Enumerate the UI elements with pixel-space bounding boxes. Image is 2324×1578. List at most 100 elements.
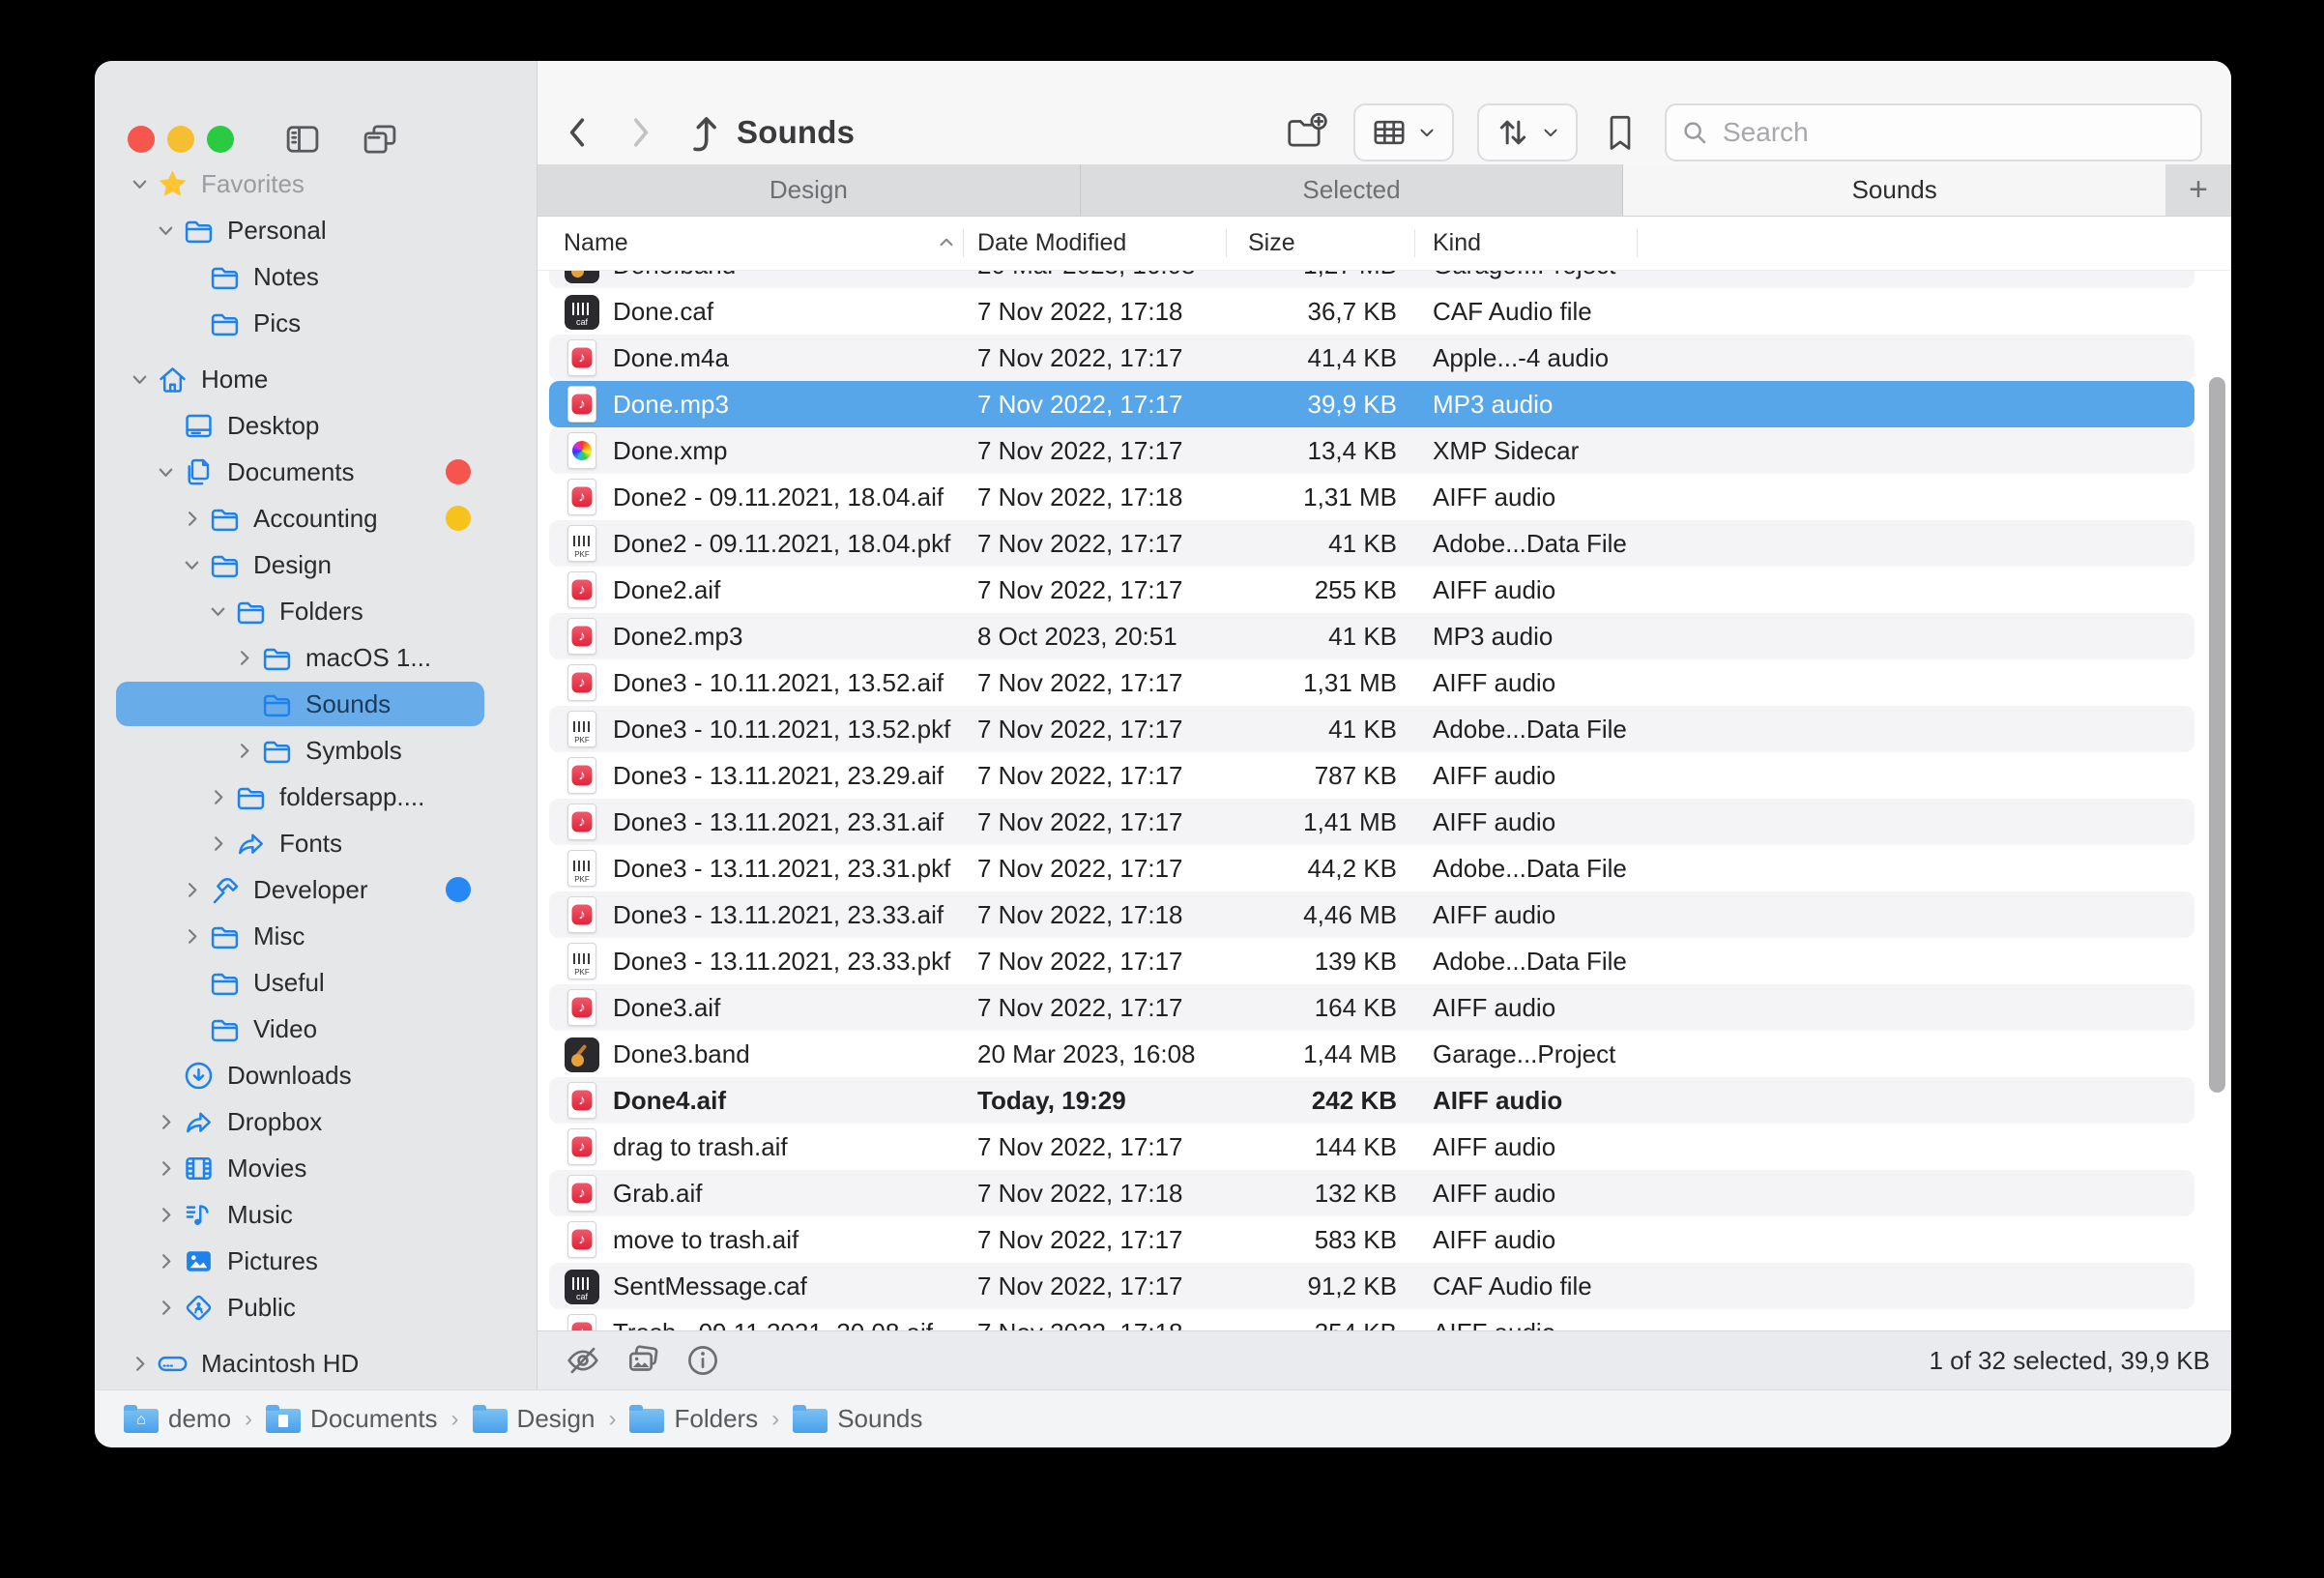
back-button[interactable]	[561, 111, 596, 154]
chevron-right-icon[interactable]	[153, 1248, 179, 1274]
breadcrumb-item-sounds[interactable]: Sounds	[793, 1404, 922, 1434]
sidebar-item-music[interactable]: Music	[95, 1191, 537, 1238]
file-row[interactable]: PKFDone3 - 13.11.2021, 23.33.pkf7 Nov 20…	[549, 938, 2194, 984]
sidebar-item-pictures[interactable]: Pictures	[95, 1238, 537, 1284]
breadcrumb-item-demo[interactable]: ⌂demo	[124, 1404, 231, 1434]
file-row[interactable]: ♪drag to trash.aif7 Nov 2022, 17:17144 K…	[549, 1124, 2194, 1170]
file-row[interactable]: ♪Done2.mp38 Oct 2023, 20:5141 KBMP3 audi…	[549, 613, 2194, 659]
sidebar-item-accounting[interactable]: Accounting	[95, 495, 537, 541]
sidebar-item-design[interactable]: Design	[95, 541, 537, 588]
file-row[interactable]: ♪Done3 - 10.11.2021, 13.52.aif7 Nov 2022…	[549, 659, 2194, 706]
chevron-right-icon[interactable]	[179, 923, 205, 950]
file-row[interactable]: ♪Done3 - 13.11.2021, 23.29.aif7 Nov 2022…	[549, 752, 2194, 799]
breadcrumb-item-folders[interactable]: Folders	[629, 1404, 758, 1434]
sort-button[interactable]	[1477, 103, 1578, 161]
sidebar-item-fonts[interactable]: Fonts	[95, 820, 537, 866]
new-folder-button[interactable]	[1284, 110, 1328, 155]
chevron-right-icon[interactable]	[231, 738, 257, 764]
view-options-button[interactable]	[1353, 103, 1454, 161]
toggle-sidebar-button[interactable]	[280, 117, 325, 161]
sidebar-item-favorites[interactable]: Favorites	[95, 161, 537, 207]
file-row[interactable]: cafSentMessage.caf7 Nov 2022, 17:1791,2 …	[549, 1263, 2194, 1309]
sidebar-item-sounds[interactable]: Sounds	[95, 681, 537, 727]
sidebar-item-downloads[interactable]: Downloads	[95, 1052, 537, 1098]
tab-selected[interactable]: Selected	[1081, 164, 1624, 216]
file-row[interactable]: ♪Done3.aif7 Nov 2022, 17:17164 KBAIFF au…	[549, 984, 2194, 1031]
minimize-button[interactable]	[167, 126, 194, 153]
chevron-right-icon[interactable]	[205, 784, 231, 810]
chevron-right-icon[interactable]	[153, 1155, 179, 1182]
sidebar-item-home[interactable]: Home	[95, 356, 537, 402]
chevron-right-icon[interactable]	[153, 1202, 179, 1228]
file-row[interactable]: ♪Done4.aifToday, 19:29242 KBAIFF audio	[549, 1077, 2194, 1124]
sidebar-item-personal[interactable]: Personal	[95, 207, 537, 253]
chevron-down-icon[interactable]	[153, 459, 179, 485]
search-input[interactable]	[1665, 103, 2202, 161]
preview-images-icon[interactable]	[623, 1340, 663, 1381]
tab-overview-button[interactable]	[358, 117, 402, 161]
sidebar-item-desktop[interactable]: Desktop	[95, 402, 537, 449]
sidebar-item-documents[interactable]: Documents	[95, 449, 537, 495]
chevron-right-icon[interactable]	[179, 506, 205, 532]
zoom-button[interactable]	[207, 126, 234, 153]
tab-sounds[interactable]: Sounds	[1623, 164, 2165, 216]
sidebar-item-developer[interactable]: Developer	[95, 866, 537, 913]
file-row[interactable]: PKFDone2 - 09.11.2021, 18.04.pkf7 Nov 20…	[549, 520, 2194, 567]
up-button[interactable]	[681, 110, 721, 155]
file-row[interactable]: Done.xmp7 Nov 2022, 17:1713,4 KBXMP Side…	[549, 427, 2194, 474]
forward-button[interactable]	[623, 111, 657, 154]
file-row[interactable]: Done3.band20 Mar 2023, 16:081,44 MBGarag…	[549, 1031, 2194, 1077]
tab-design[interactable]: Design	[537, 164, 1081, 216]
file-row[interactable]: ♪Trash - 09.11.2021, 20.08.aif7 Nov 2022…	[549, 1309, 2194, 1330]
breadcrumb-item-design[interactable]: Design	[473, 1404, 596, 1434]
chevron-down-icon[interactable]	[205, 599, 231, 625]
sidebar-item-folders[interactable]: Folders	[95, 588, 537, 634]
chevron-right-icon[interactable]	[127, 1351, 153, 1377]
file-row[interactable]: ♪Done3 - 13.11.2021, 23.33.aif7 Nov 2022…	[549, 891, 2194, 938]
sidebar-item-macintosh-hd[interactable]: Macintosh HD	[95, 1340, 537, 1387]
file-row[interactable]: ♪Done.m4a7 Nov 2022, 17:1741,4 KBApple..…	[549, 335, 2194, 381]
scrollbar-thumb[interactable]	[2209, 377, 2225, 1093]
file-row[interactable]: ♪Done.mp37 Nov 2022, 17:1739,9 KBMP3 aud…	[549, 381, 2194, 427]
column-header-kind[interactable]: Kind	[1433, 217, 1481, 270]
column-header-name[interactable]: Name	[564, 217, 628, 270]
file-row[interactable]: ♪Done3 - 13.11.2021, 23.31.aif7 Nov 2022…	[549, 799, 2194, 845]
file-row[interactable]: ♪move to trash.aif7 Nov 2022, 17:17583 K…	[549, 1216, 2194, 1263]
hidden-items-icon[interactable]	[563, 1340, 603, 1381]
sidebar-item-pics[interactable]: Pics	[95, 300, 537, 346]
chevron-right-icon[interactable]	[231, 645, 257, 671]
new-tab-button[interactable]: +	[2165, 164, 2231, 216]
chevron-down-icon[interactable]	[127, 366, 153, 393]
file-row[interactable]: ♪Done2.aif7 Nov 2022, 17:17255 KBAIFF au…	[549, 567, 2194, 613]
sidebar-item-foldersapp[interactable]: foldersapp....	[95, 774, 537, 820]
info-icon[interactable]	[683, 1340, 723, 1381]
close-button[interactable]	[128, 126, 155, 153]
sidebar-item-macos-1[interactable]: macOS 1...	[95, 634, 537, 681]
chevron-down-icon[interactable]	[153, 218, 179, 244]
chevron-right-icon[interactable]	[153, 1295, 179, 1321]
file-row[interactable]: PKFDone3 - 10.11.2021, 13.52.pkf7 Nov 20…	[549, 706, 2194, 752]
sidebar-item-symbols[interactable]: Symbols	[95, 727, 537, 774]
sidebar-item-misc[interactable]: Misc	[95, 913, 537, 959]
sidebar-item-video[interactable]: Video	[95, 1006, 537, 1052]
chevron-down-icon[interactable]	[127, 171, 153, 197]
chevron-down-icon[interactable]	[179, 552, 205, 578]
file-row[interactable]: ♪Grab.aif7 Nov 2022, 17:18132 KBAIFF aud…	[549, 1170, 2194, 1216]
chevron-right-icon[interactable]	[205, 831, 231, 857]
file-row[interactable]: Done.band20 Mar 2023, 16:081,27 MBGarage…	[549, 271, 2194, 288]
file-date-modified: 7 Nov 2022, 17:17	[977, 1216, 1183, 1263]
file-row[interactable]: ♪Done2 - 09.11.2021, 18.04.aif7 Nov 2022…	[549, 474, 2194, 520]
sidebar-item-public[interactable]: Public	[95, 1284, 537, 1330]
bookmark-icon[interactable]	[1605, 111, 1636, 154]
chevron-right-icon[interactable]	[179, 877, 205, 903]
chevron-right-icon[interactable]	[153, 1109, 179, 1135]
column-header-size[interactable]: Size	[1248, 217, 1295, 270]
file-row[interactable]: PKFDone3 - 13.11.2021, 23.31.pkf7 Nov 20…	[549, 845, 2194, 891]
sidebar-item-useful[interactable]: Useful	[95, 959, 537, 1006]
file-row[interactable]: cafDone.caf7 Nov 2022, 17:1836,7 KBCAF A…	[549, 288, 2194, 335]
column-header-date[interactable]: Date Modified	[977, 217, 1126, 270]
sidebar-item-movies[interactable]: Movies	[95, 1145, 537, 1191]
sidebar-item-dropbox[interactable]: Dropbox	[95, 1098, 537, 1145]
breadcrumb-item-documents[interactable]: Documents	[266, 1404, 438, 1434]
sidebar-item-notes[interactable]: Notes	[95, 253, 537, 300]
